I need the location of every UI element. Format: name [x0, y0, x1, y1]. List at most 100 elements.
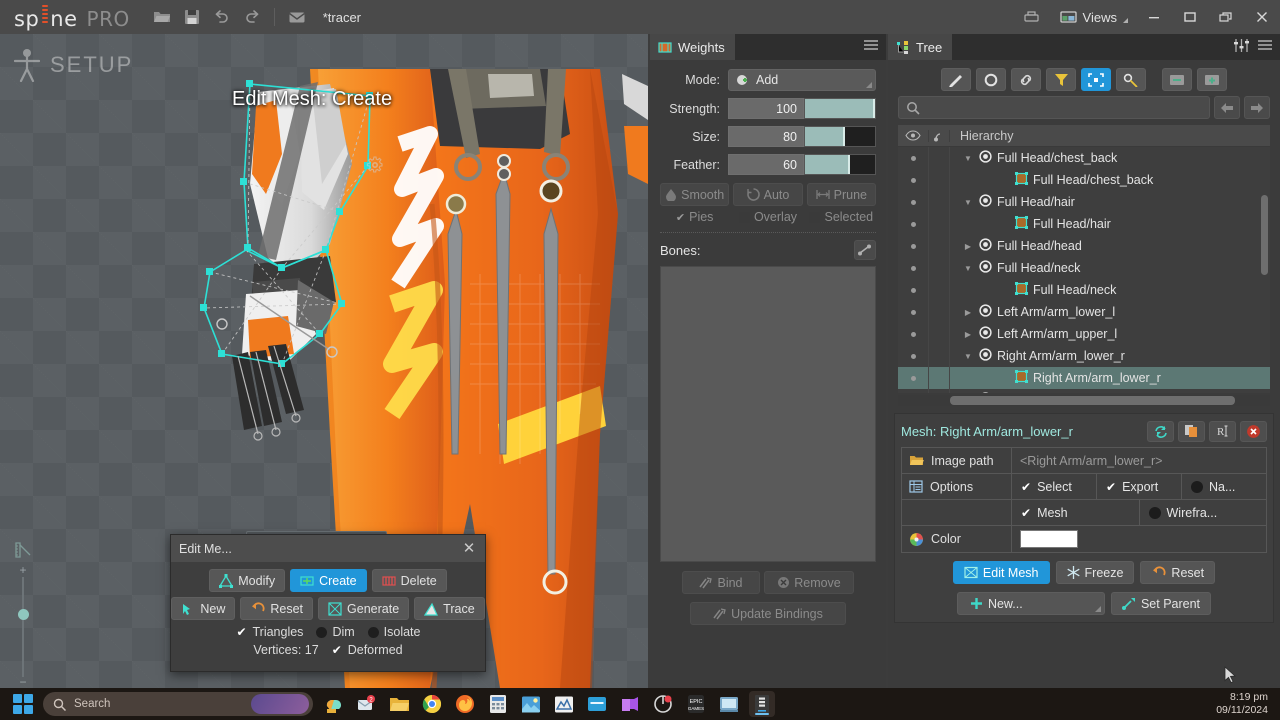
expander-right-icon[interactable]: ▶	[962, 330, 974, 339]
weather-widget-icon[interactable]	[251, 694, 309, 714]
expander-right-icon[interactable]: ▶	[962, 308, 974, 317]
folder-add-icon[interactable]	[1197, 68, 1227, 91]
bone-icon[interactable]	[854, 240, 876, 260]
strength-input[interactable]: 100	[728, 98, 804, 119]
zoom-thumb[interactable]	[17, 609, 29, 620]
expander-down-icon[interactable]: ▼	[962, 264, 974, 273]
key-tool-icon[interactable]	[1116, 68, 1146, 91]
tab-tree[interactable]: Tree	[888, 34, 953, 60]
delete-icon[interactable]	[1240, 420, 1267, 442]
gear-icon[interactable]	[366, 156, 384, 177]
hamburger-icon[interactable]	[864, 40, 878, 54]
visibility-dot-icon[interactable]	[898, 199, 928, 205]
expander-down-icon[interactable]: ▼	[962, 154, 974, 163]
color-swatch[interactable]	[1020, 530, 1078, 548]
redo-icon[interactable]	[238, 4, 266, 30]
visibility-dot-icon[interactable]	[898, 177, 928, 183]
search-field[interactable]	[926, 100, 1202, 115]
close-icon[interactable]: ✕	[459, 538, 479, 558]
restore-button[interactable]	[1208, 0, 1244, 34]
visibility-dot-icon[interactable]	[898, 155, 928, 161]
lock-cell[interactable]	[928, 279, 950, 301]
nonessential-option[interactable]: Na...	[1182, 474, 1266, 499]
generate-button[interactable]: Generate	[318, 597, 410, 620]
visibility-dot-icon[interactable]	[898, 265, 928, 271]
visibility-dot-icon[interactable]	[898, 375, 928, 381]
visibility-dot-icon[interactable]	[898, 309, 928, 315]
eye-icon[interactable]	[898, 130, 928, 141]
smooth-button[interactable]: Smooth	[660, 183, 730, 206]
mode-dropdown[interactable]: Add	[728, 69, 876, 91]
lock-cell[interactable]	[928, 235, 950, 257]
edit-mesh-dialog[interactable]: Edit Me... ✕ Modify Create Delete New Re…	[170, 534, 486, 672]
tree-row[interactable]: Full Head/hair	[898, 213, 1270, 235]
tree-horizontal-scrollbar[interactable]	[898, 395, 1270, 406]
size-input[interactable]: 80	[728, 126, 804, 147]
taskbar-clock[interactable]: 8:19 pm 09/11/2024	[1216, 691, 1268, 717]
arrow-right-icon[interactable]	[1244, 96, 1270, 119]
maximize-button[interactable]	[1172, 0, 1208, 34]
sliders-icon[interactable]	[1234, 39, 1249, 55]
mesh-option[interactable]: ✔ Mesh	[1012, 500, 1140, 525]
freeze-button[interactable]: Freeze	[1055, 561, 1135, 584]
print-icon[interactable]	[1018, 4, 1046, 30]
photos-icon[interactable]	[518, 691, 544, 717]
zoom-slider[interactable]: + −	[17, 564, 29, 688]
edit-mesh-button[interactable]: Edit Mesh	[952, 561, 1050, 584]
chrome-icon[interactable]	[419, 691, 445, 717]
firefox-icon[interactable]	[452, 691, 478, 717]
delete-button[interactable]: Delete	[371, 569, 447, 592]
create-button[interactable]: Create	[290, 569, 367, 592]
folder-collapse-icon[interactable]	[1162, 68, 1192, 91]
tree-row[interactable]: Full Head/chest_back	[898, 169, 1270, 191]
select-option[interactable]: ✔ Select	[1012, 474, 1097, 499]
tree-row[interactable]: ▼ Full Head/chest_back	[898, 147, 1270, 169]
remove-button[interactable]: Remove	[764, 571, 854, 594]
tree-row[interactable]: Full Head/neck	[898, 279, 1270, 301]
close-button[interactable]	[1244, 0, 1280, 34]
tree-list[interactable]: ▼ Full Head/chest_back Full Head/chest_bac…	[898, 147, 1270, 393]
terminal-icon[interactable]	[584, 691, 610, 717]
tree-row[interactable]: Right Arm/arm_lower_r	[898, 367, 1270, 389]
isolate-checkbox[interactable]: Isolate	[367, 625, 421, 639]
filter-funnel-icon[interactable]	[1046, 68, 1076, 91]
brush-tool-icon[interactable]	[941, 68, 971, 91]
circle-tool-icon[interactable]	[976, 68, 1006, 91]
dim-checkbox[interactable]: Dim	[316, 625, 355, 639]
copy-icon[interactable]	[1178, 420, 1205, 442]
notepad-icon[interactable]	[716, 691, 742, 717]
select-box-icon[interactable]	[1081, 68, 1111, 91]
export-icon[interactable]	[283, 4, 311, 30]
lock-icon[interactable]	[928, 129, 950, 142]
save-icon[interactable]	[178, 4, 206, 30]
reset-button[interactable]: Reset	[240, 597, 314, 620]
wireframe-option[interactable]: Wirefra...	[1140, 500, 1267, 525]
lock-cell[interactable]	[928, 323, 950, 345]
video-editor-icon[interactable]	[617, 691, 643, 717]
feather-input[interactable]: 60	[728, 154, 804, 175]
visibility-dot-icon[interactable]	[898, 353, 928, 359]
strength-slider[interactable]	[804, 98, 876, 119]
lock-cell[interactable]	[928, 169, 950, 191]
set-parent-button[interactable]: Set Parent	[1110, 592, 1212, 615]
open-folder-icon[interactable]	[148, 4, 176, 30]
tab-weights[interactable]: Weights	[650, 34, 735, 60]
hamburger-icon[interactable]	[1258, 40, 1272, 54]
ruler-icon[interactable]	[12, 539, 34, 561]
windows-start-icon[interactable]	[10, 691, 36, 717]
dialog-title-bar[interactable]: Edit Me... ✕	[171, 535, 485, 562]
tree-row[interactable]: ▼Right Arm/arm_upper_r	[898, 389, 1270, 393]
mail-icon[interactable]: 2	[353, 691, 379, 717]
selected-toggle[interactable]: Selected	[807, 210, 876, 224]
duplicate-icon[interactable]	[1147, 420, 1174, 442]
bind-button[interactable]: Bind	[682, 571, 760, 594]
rename-icon[interactable]: R	[1209, 420, 1236, 442]
arrow-left-icon[interactable]	[1214, 96, 1240, 119]
epic-games-icon[interactable]: EPIC GAMES	[683, 691, 709, 717]
trace-button[interactable]: Trace	[414, 597, 485, 620]
expander-down-icon[interactable]: ▼	[962, 352, 974, 361]
tree-row[interactable]: ▼ Full Head/hair	[898, 191, 1270, 213]
minimize-button[interactable]	[1136, 0, 1172, 34]
visibility-dot-icon[interactable]	[898, 331, 928, 337]
auto-button[interactable]: Auto	[733, 183, 803, 206]
